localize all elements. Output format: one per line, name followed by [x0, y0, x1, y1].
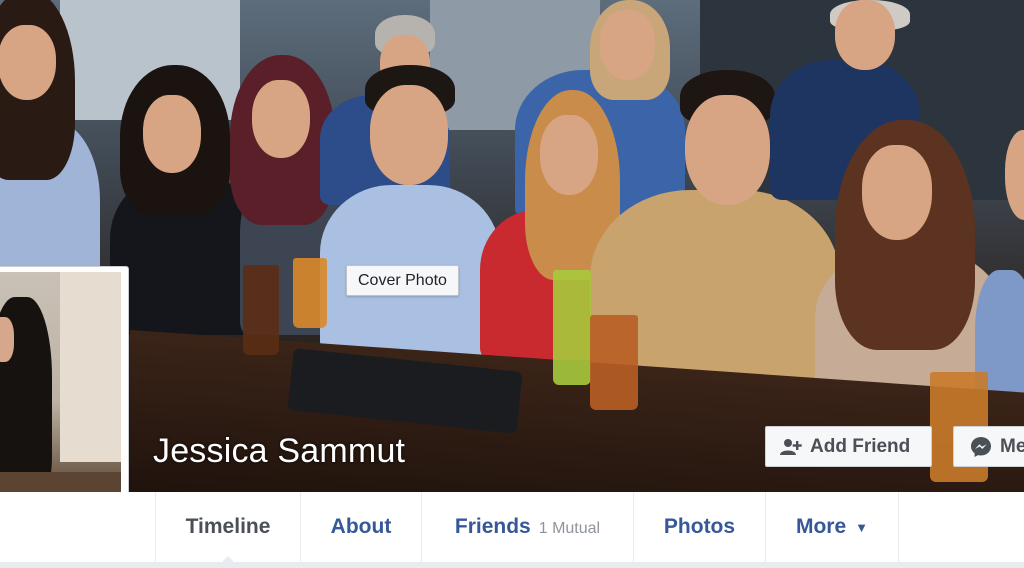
add-friend-label: Add Friend: [810, 435, 911, 457]
profile-name[interactable]: Jessica Sammut: [153, 432, 405, 471]
add-friend-button[interactable]: Add Friend: [765, 426, 932, 467]
profile-nav-bar: Timeline About Friends 1 Mutual Photos M…: [0, 492, 1024, 563]
cover-glass: [553, 270, 591, 385]
tab-friends[interactable]: Friends 1 Mutual: [422, 492, 634, 562]
tab-friends-label: Friends: [454, 515, 531, 538]
messenger-icon: [970, 436, 992, 458]
tab-more-label: More: [795, 515, 847, 538]
cover-glass: [243, 265, 279, 355]
profile-bg-doorway: [60, 272, 121, 462]
profile-picture-image: [0, 272, 121, 529]
tab-about[interactable]: About: [301, 492, 422, 562]
cover-person: [0, 0, 110, 320]
mutual-friends-count: 1 Mutual: [538, 519, 601, 537]
cover-person: [320, 65, 500, 355]
tab-timeline[interactable]: Timeline: [155, 492, 301, 562]
add-person-icon: [780, 438, 802, 456]
tab-timeline-label: Timeline: [185, 515, 271, 538]
message-label: Me: [1000, 435, 1024, 457]
cover-glass: [590, 315, 638, 410]
tab-about-label: About: [330, 515, 392, 538]
cover-glass: [293, 258, 327, 328]
caret-down-icon: ▼: [855, 519, 869, 535]
message-button[interactable]: Me: [953, 426, 1024, 467]
cover-photo-tooltip: Cover Photo: [346, 265, 459, 296]
tab-more[interactable]: More ▼: [766, 492, 899, 562]
page-background-strip: [0, 562, 1024, 568]
cover-photo[interactable]: Cover Photo Jessica Sammut Add Friend Me: [0, 0, 1024, 492]
tab-photos[interactable]: Photos: [634, 492, 766, 562]
tab-photos-label: Photos: [663, 515, 736, 538]
profile-person-face: [0, 317, 14, 362]
